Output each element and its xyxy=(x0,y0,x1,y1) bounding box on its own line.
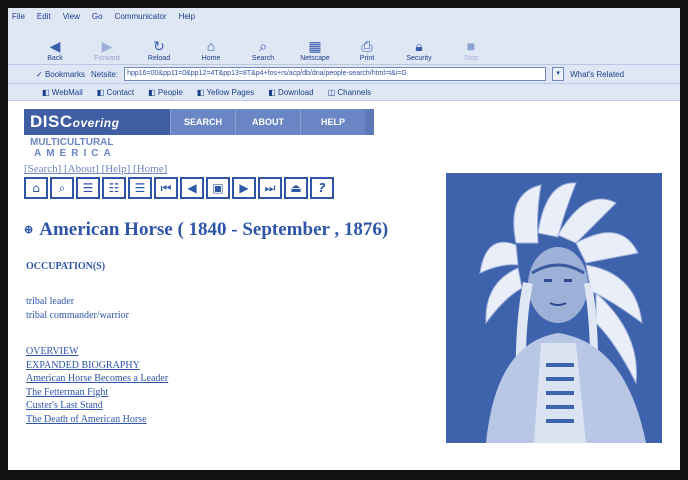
list-bullets-icon: ☰ xyxy=(134,181,146,195)
home-toolbar-button[interactable]: ⌂ xyxy=(24,177,48,199)
home-button[interactable]: ⌂ Home xyxy=(194,37,228,64)
site-banner: DISCovering SEARCH ABOUT HELP xyxy=(24,109,374,135)
search-icon: ⌕ xyxy=(58,180,66,195)
home-icon: ⌂ xyxy=(32,181,40,195)
expanded-biography-link[interactable]: EXPANDED BIOGRAPHY xyxy=(26,359,168,373)
banner-help-button[interactable]: HELP xyxy=(300,109,365,135)
last-toolbar-button[interactable]: ⏭ xyxy=(258,177,282,199)
page-title: ⊕ American Horse ( 1840 - September , 187… xyxy=(24,219,389,240)
menu-go[interactable]: Go xyxy=(92,12,103,21)
menu-file[interactable]: File xyxy=(12,12,25,21)
print-icon: ⎙ xyxy=(361,37,373,54)
list-toolbar-button[interactable]: ☰ xyxy=(76,177,100,199)
document-toolbar-button[interactable]: ▣ xyxy=(206,177,230,199)
next-icon: ▶ xyxy=(239,181,249,195)
reload-icon: ↻ xyxy=(153,37,165,54)
menu-view[interactable]: View xyxy=(63,12,80,21)
previous-icon: ◀ xyxy=(187,181,197,195)
help-icon: ? xyxy=(318,181,326,195)
stop-icon: ■ xyxy=(466,38,476,54)
back-button[interactable]: ◀ Back xyxy=(38,37,72,64)
last-icon: ⏭ xyxy=(264,180,276,195)
navigation-toolbar: ◀ Back ▶ Forward ↻ Reload ⌂ Home ⌕ Search ▦ Ne… xyxy=(8,24,680,65)
site-subtitle: MULTICULTURAL AMERICA xyxy=(30,137,116,159)
occupation-item: tribal leader xyxy=(26,296,75,307)
bullet-icon: ⊕ xyxy=(24,224,34,236)
portrait-illustration xyxy=(446,173,662,443)
menu-edit[interactable]: Edit xyxy=(37,12,51,21)
search-toolbar-button[interactable]: ⌕ xyxy=(50,177,74,199)
custers-last-stand-link[interactable]: Custer's Last Stand xyxy=(26,399,168,413)
forward-arrow-icon: ▶ xyxy=(101,37,113,54)
security-button[interactable]: 🔒︎ Security xyxy=(402,37,436,64)
occupation-heading: OCCUPATION(S) xyxy=(26,261,106,272)
list-detail-toolbar-button[interactable]: ☷ xyxy=(102,177,126,199)
text-navigation-links[interactable]: [Search] [About] [Help] [Home] xyxy=(24,163,167,175)
channels-link[interactable]: ◫ Channels xyxy=(328,88,372,97)
back-arrow-icon: ◀ xyxy=(49,37,61,54)
yellow-pages-link[interactable]: ◧ Yellow Pages xyxy=(197,88,254,97)
bookmarks-button[interactable]: ✓ Bookmarks xyxy=(36,70,85,79)
menu-help[interactable]: Help xyxy=(179,12,195,21)
previous-toolbar-button[interactable]: ◀ xyxy=(180,177,204,199)
site-logo[interactable]: DISCovering xyxy=(24,109,170,135)
next-toolbar-button[interactable]: ▶ xyxy=(232,177,256,199)
security-lock-icon: 🔒︎ xyxy=(415,37,423,54)
help-toolbar-button[interactable]: ? xyxy=(310,177,334,199)
page-content: DISCovering SEARCH ABOUT HELP MULTICULTU… xyxy=(8,101,680,470)
netscape-icon: ▦ xyxy=(308,37,322,54)
collapse-icon: ⏏ xyxy=(290,181,302,195)
first-toolbar-button[interactable]: ⏮ xyxy=(154,177,178,199)
banner-about-button[interactable]: ABOUT xyxy=(235,109,300,135)
death-link[interactable]: The Death of American Horse xyxy=(26,413,168,427)
becomes-leader-link[interactable]: American Horse Becomes a Leader xyxy=(26,372,168,386)
stop-button[interactable]: ■ Stop xyxy=(454,37,488,64)
webmail-link[interactable]: ◧ WebMail xyxy=(42,88,83,97)
occupation-item: tribal commander/warrior xyxy=(26,310,130,321)
list-bullets-toolbar-button[interactable]: ☰ xyxy=(128,177,152,199)
list-detail-icon: ☷ xyxy=(108,181,120,195)
portrait-photo xyxy=(446,173,662,443)
reload-button[interactable]: ↻ Reload xyxy=(142,37,176,64)
personal-toolbar: ◧ WebMail ◧ Contact ◧ People ◧ Yellow Pa… xyxy=(8,84,680,101)
document-icon: ▣ xyxy=(212,181,224,195)
fetterman-fight-link[interactable]: The Fetterman Fight xyxy=(26,386,168,400)
collapse-toolbar-button[interactable]: ⏏ xyxy=(284,177,308,199)
print-button[interactable]: ⎙ Print xyxy=(350,37,384,64)
netscape-button[interactable]: ▦ Netscape xyxy=(298,37,332,64)
contact-link[interactable]: ◧ Contact xyxy=(97,88,134,97)
menu-communicator[interactable]: Communicator xyxy=(115,12,167,21)
location-toolbar: ✓ Bookmarks Netsite: hpp16=00&pp11=0&pp1… xyxy=(8,65,680,84)
forward-button[interactable]: ▶ Forward xyxy=(90,37,124,64)
screenshot-frame: File Edit View Go Communicator Help ◀ Bac… xyxy=(0,0,688,480)
search-icon: ⌕ xyxy=(259,37,267,54)
people-link[interactable]: ◧ People xyxy=(148,88,183,97)
netsite-label: Netsite: xyxy=(90,69,119,79)
home-icon: ⌂ xyxy=(206,38,216,54)
overview-link[interactable]: OVERVIEW xyxy=(26,345,168,359)
first-icon: ⏮ xyxy=(160,180,172,195)
location-url-field[interactable]: hpp16=00&pp11=0&pp12=4T&pp13=8T&p4+fos+r… xyxy=(124,67,547,81)
banner-search-button[interactable]: SEARCH xyxy=(170,109,235,135)
list-icon: ☰ xyxy=(82,181,94,195)
whats-related-button[interactable]: What's Related xyxy=(570,70,624,79)
icon-toolbar: ⌂ ⌕ ☰ ☷ ☰ ⏮ ◀ ▣ ▶ ⏭ ⏏? xyxy=(24,177,334,199)
section-links: OVERVIEW EXPANDED BIOGRAPHY American Hor… xyxy=(26,345,168,426)
download-link[interactable]: ◧ Download xyxy=(268,88,313,97)
menu-bar: File Edit View Go Communicator Help xyxy=(8,8,680,24)
url-history-dropdown[interactable]: ▾ xyxy=(552,67,565,81)
occupation-list: tribal leader tribal commander/warrior xyxy=(26,295,129,323)
search-button[interactable]: ⌕ Search xyxy=(246,37,280,64)
browser-window: File Edit View Go Communicator Help ◀ Bac… xyxy=(8,8,680,470)
